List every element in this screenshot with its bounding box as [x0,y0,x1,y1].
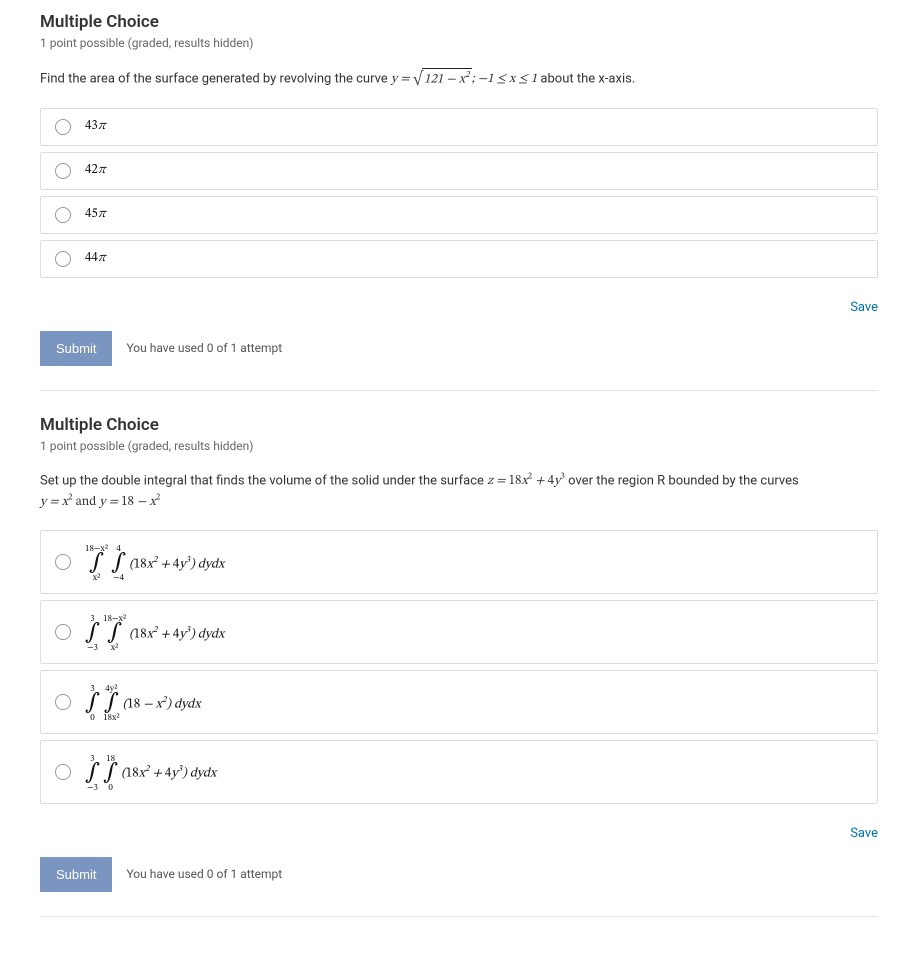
save-link[interactable]: Save [850,826,878,841]
option-b[interactable]: 42π [40,152,878,190]
radio-icon [55,554,71,570]
radio-icon [55,764,71,780]
prompt-curves: y = x2 and y = 18 − x2 [40,496,160,509]
question-1: Multiple Choice 1 point possible (graded… [40,12,878,391]
attempts-text: You have used 0 of 1 attempt [126,341,282,355]
question-meta: 1 point possible (graded, results hidden… [40,439,878,453]
option-a[interactable]: 18−x²∫x² 4∫−4 (18x2 + 4y3) dydx [40,530,878,594]
radio-icon [55,207,71,223]
option-label: 45π [85,207,106,223]
submit-button[interactable]: Submit [40,857,112,892]
option-label: 3∫0 4y²∫18x² (18 − x2) dydx [85,681,201,723]
question-title: Multiple Choice [40,12,878,32]
option-d[interactable]: 3∫−3 18∫0 (18x2 + 4y3) dydx [40,740,878,804]
option-c[interactable]: 3∫0 4y²∫18x² (18 − x2) dydx [40,670,878,734]
option-b[interactable]: 3∫−3 18−x²∫x² (18x2 + 4y3) dydx [40,600,878,664]
radio-icon [55,163,71,179]
save-link[interactable]: Save [850,300,878,315]
option-label: 43π [85,119,106,135]
prompt-formula: y = √121 − x2; −1 ≤ x ≤ 1 [391,73,537,86]
limit-bot: 0 [108,784,112,793]
option-a[interactable]: 43π [40,108,878,146]
radio-icon [55,251,71,267]
limit-bot: x² [111,644,119,653]
prompt-surface: z = 18x2 + 4y3 [487,475,565,488]
option-label: 44π [85,251,106,267]
limit-bot: 18x² [103,714,120,723]
option-c[interactable]: 45π [40,196,878,234]
attempts-text: You have used 0 of 1 attempt [126,867,282,881]
option-label: 42π [85,163,106,179]
radio-icon [55,119,71,135]
submit-row: Submit You have used 0 of 1 attempt [40,331,878,366]
radio-icon [55,694,71,710]
prompt-pre: Set up the double integral that finds th… [40,473,487,488]
question-prompt: Set up the double integral that finds th… [40,471,878,513]
limit-bot: −3 [87,644,98,653]
prompt-pre: Find the area of the surface generated b… [40,71,391,86]
submit-button[interactable]: Submit [40,331,112,366]
question-title: Multiple Choice [40,415,878,435]
question-prompt: Find the area of the surface generated b… [40,68,878,90]
prompt-post: about the x-axis. [540,71,635,86]
radio-icon [55,624,71,640]
save-row: Save [40,822,878,841]
question-meta: 1 point possible (graded, results hidden… [40,36,878,50]
save-row: Save [40,296,878,315]
limit-bot: 0 [90,714,94,723]
option-d[interactable]: 44π [40,240,878,278]
option-label: 3∫−3 18∫0 (18x2 + 4y3) dydx [85,751,216,793]
question-2: Multiple Choice 1 point possible (graded… [40,415,878,917]
limit-bot: x² [93,574,101,583]
submit-row: Submit You have used 0 of 1 attempt [40,857,878,892]
prompt-mid: over the region R bounded by the curves [568,473,799,488]
limit-bot: −3 [87,784,98,793]
limit-bot: −4 [113,574,124,583]
option-label: 3∫−3 18−x²∫x² (18x2 + 4y3) dydx [85,611,224,653]
option-label: 18−x²∫x² 4∫−4 (18x2 + 4y3) dydx [85,541,224,583]
